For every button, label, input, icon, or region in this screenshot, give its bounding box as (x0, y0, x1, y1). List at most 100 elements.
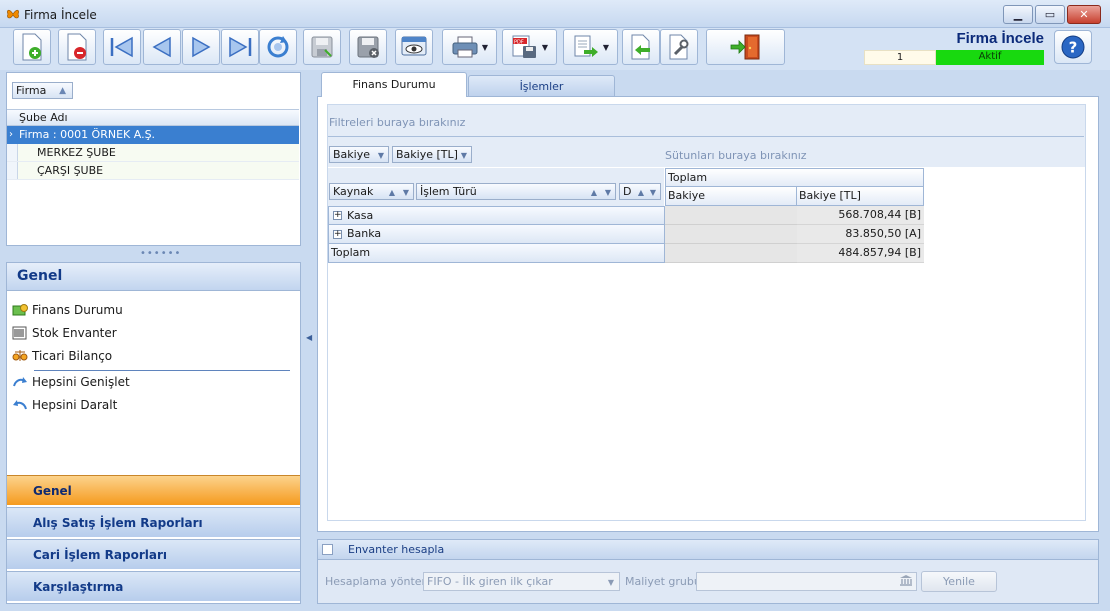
lookup-icon[interactable] (899, 574, 913, 589)
nav-group-alis-satis[interactable]: Alış Satış İşlem Raporları (7, 507, 300, 537)
sort-ascending-icon: ▲ (388, 188, 395, 197)
chevron-down-icon: ▼ (649, 188, 656, 197)
calc-method-select[interactable]: FIFO - İlk giren ilk çıkar ▼ (423, 572, 620, 591)
pivot-cell-bakiye-tl[interactable]: 83.850,50 [A] (797, 225, 924, 244)
first-record-button[interactable] (103, 29, 141, 65)
delete-document-icon (67, 33, 87, 61)
column-header-bakiye-tl[interactable]: Bakiye [TL] (797, 187, 924, 206)
column-header-bakiye[interactable]: Bakiye (665, 187, 797, 206)
chevron-down-icon: ▼ (604, 188, 611, 197)
export-button[interactable]: ▼ (563, 29, 618, 65)
sort-ascending-icon: ▲ (637, 188, 644, 197)
nav-item-label: Ticari Bilanço (32, 349, 113, 363)
inventory-checkbox[interactable] (322, 544, 333, 555)
refresh-button[interactable] (259, 29, 297, 65)
calc-method-value: FIFO - İlk giren ilk çıkar (427, 575, 553, 588)
nav-group-cari-islem[interactable]: Cari İşlem Raporları (7, 539, 300, 569)
import-button[interactable] (622, 29, 660, 65)
printer-icon (452, 36, 478, 58)
inventory-checkbox-label[interactable]: Envanter hesapla (348, 543, 444, 556)
tab-islemler[interactable]: İşlemler (468, 75, 615, 96)
row-field-d[interactable]: D ▲ ▼ (619, 183, 661, 200)
table-row[interactable]: ÇARŞI ŞUBE (7, 162, 299, 180)
expand-icon[interactable]: + (333, 229, 342, 239)
save-icon (311, 36, 333, 58)
finance-icon (12, 303, 28, 317)
export-pdf-button[interactable]: PDF ▼ (502, 29, 557, 65)
data-field-bakiye[interactable]: Bakiye ▼ (329, 146, 389, 163)
expand-icon[interactable]: + (333, 211, 342, 220)
pivot-cell-bakiye[interactable] (665, 244, 797, 263)
maximize-button[interactable]: ▭ (1035, 5, 1065, 24)
save-close-button[interactable] (349, 29, 387, 65)
pivot-cell-bakiye-tl[interactable]: 568.708,44 [B] (797, 206, 924, 225)
first-record-icon (110, 36, 133, 58)
nav-group-karsilastirma[interactable]: Karşılaştırma (7, 571, 300, 601)
nav-item-stok-envanter[interactable]: Stok Envanter (12, 324, 117, 342)
pivot-cell-bakiye[interactable] (665, 225, 797, 244)
delete-button[interactable] (58, 29, 96, 65)
next-record-button[interactable] (182, 29, 220, 65)
previous-record-button[interactable] (143, 29, 181, 65)
collapse-panel-icon[interactable]: ◀ (306, 333, 312, 342)
field-label: Bakiye (333, 148, 370, 161)
preview-icon (401, 36, 427, 56)
last-record-button[interactable] (221, 29, 259, 65)
inventory-icon (12, 326, 28, 340)
cost-group-label: Maliyet grubu (625, 575, 701, 588)
tab-finans-durumu[interactable]: Finans Durumu (321, 72, 467, 97)
cost-group-input[interactable] (696, 572, 917, 591)
refresh-inventory-button[interactable]: Yenile (921, 571, 997, 592)
chevron-down-icon: ▼ (602, 42, 610, 52)
splitter-handle[interactable]: •••••• (140, 248, 181, 259)
save-button[interactable] (303, 29, 341, 65)
pdf-export-icon: PDF (512, 35, 536, 58)
chevron-down-icon: ▼ (377, 151, 384, 160)
nav-item-label: Hepsini Genişlet (32, 375, 130, 389)
field-label: D (623, 185, 632, 198)
refresh-icon (267, 36, 289, 58)
help-button[interactable]: ? (1054, 30, 1092, 64)
pivot-row-kasa[interactable]: + Kasa (328, 206, 665, 225)
field-label: Kaynak (333, 185, 374, 198)
preview-button[interactable] (395, 29, 433, 65)
row-field-islem-turu[interactable]: İşlem Türü ▲ ▼ (416, 183, 616, 200)
new-button[interactable] (13, 29, 51, 65)
wrench-icon (669, 34, 689, 60)
field-label: İşlem Türü (420, 185, 477, 198)
settings-button[interactable] (660, 29, 698, 65)
data-field-bakiye-tl[interactable]: Bakiye [TL] ▼ (392, 146, 472, 163)
nav-item-hepsini-genislet[interactable]: Hepsini Genişlet (12, 373, 130, 391)
nav-item-hepsini-daralt[interactable]: Hepsini Daralt (12, 396, 117, 414)
pivot-cell-bakiye[interactable] (665, 206, 797, 225)
nav-group-genel[interactable]: Genel (7, 475, 300, 505)
nav-item-ticari-bilanco[interactable]: Ticari Bilanço (12, 347, 112, 365)
last-record-icon (229, 36, 252, 58)
exit-button[interactable] (706, 29, 785, 65)
expand-all-icon (12, 375, 28, 389)
row-label: Kasa (347, 208, 374, 222)
nav-item-finans-durumu[interactable]: Finans Durumu (12, 301, 123, 319)
collapse-all-icon (12, 398, 28, 412)
close-button[interactable]: ✕ (1067, 5, 1101, 24)
balance-icon (12, 349, 28, 363)
field-label: Bakiye [TL] (396, 148, 458, 161)
table-row[interactable]: MERKEZ ŞUBE (7, 144, 299, 162)
sort-ascending-icon: ▲ (590, 188, 597, 197)
group-row-firma[interactable]: Firma : 0001 ÖRNEK A.Ş. (7, 126, 299, 144)
minimize-button[interactable]: ▁ (1003, 5, 1033, 24)
row-field-kaynak[interactable]: Kaynak ▲ ▼ (329, 183, 414, 200)
nav-item-label: Stok Envanter (32, 326, 117, 340)
close-icon: ✕ (1079, 8, 1089, 21)
chevron-down-icon: ▼ (460, 151, 467, 160)
column-group-header: Toplam (665, 168, 924, 187)
pivot-row-toplam: Toplam (328, 244, 665, 263)
group-by-firma-chip[interactable]: Firma ▲ (12, 82, 73, 99)
previous-record-icon (152, 36, 171, 58)
row-label: Banka (347, 227, 382, 240)
nav-item-label: Hepsini Daralt (32, 398, 118, 412)
pivot-row-banka[interactable]: + Banka (328, 225, 665, 244)
column-header-sube-adi[interactable]: Şube Adı (7, 109, 299, 126)
print-button[interactable]: ▼ (442, 29, 497, 65)
pivot-cell-bakiye-tl[interactable]: 484.857,94 [B] (797, 244, 924, 263)
